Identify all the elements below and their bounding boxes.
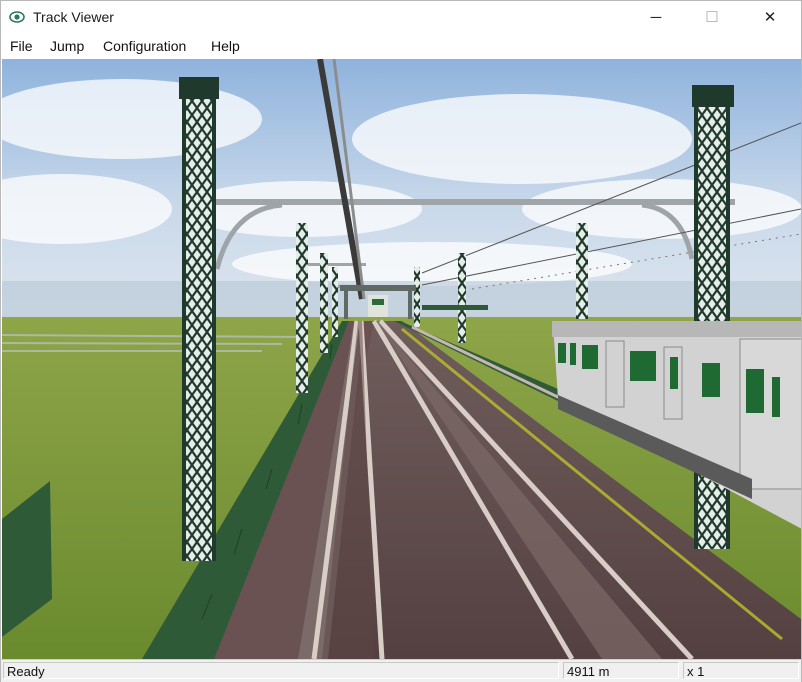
title-bar[interactable]: Track Viewer ─ ☐ ✕	[1, 1, 801, 33]
eye-icon	[9, 11, 25, 23]
speed-multiplier: x 1	[683, 662, 799, 679]
near-left-mast	[179, 77, 219, 561]
track-viewer-window: Track Viewer ─ ☐ ✕ File Jump Configurati…	[0, 0, 802, 682]
menu-configuration[interactable]: Configuration	[103, 38, 186, 54]
maximize-button[interactable]: ☐	[689, 1, 735, 33]
minimize-button[interactable]: ─	[633, 1, 679, 33]
menu-jump[interactable]: Jump	[50, 38, 84, 54]
distance-readout: 4911 m	[563, 662, 679, 679]
3d-track-view[interactable]	[2, 59, 801, 659]
status-text: Ready	[3, 662, 559, 679]
track-scene	[2, 59, 801, 659]
window-title: Track Viewer	[33, 9, 114, 25]
status-bar: Ready 4911 m x 1	[1, 659, 801, 682]
menu-file[interactable]: File	[10, 38, 33, 54]
menu-help[interactable]: Help	[211, 38, 240, 54]
menu-bar: File Jump Configuration Help	[1, 33, 801, 59]
close-button[interactable]: ✕	[747, 1, 793, 33]
